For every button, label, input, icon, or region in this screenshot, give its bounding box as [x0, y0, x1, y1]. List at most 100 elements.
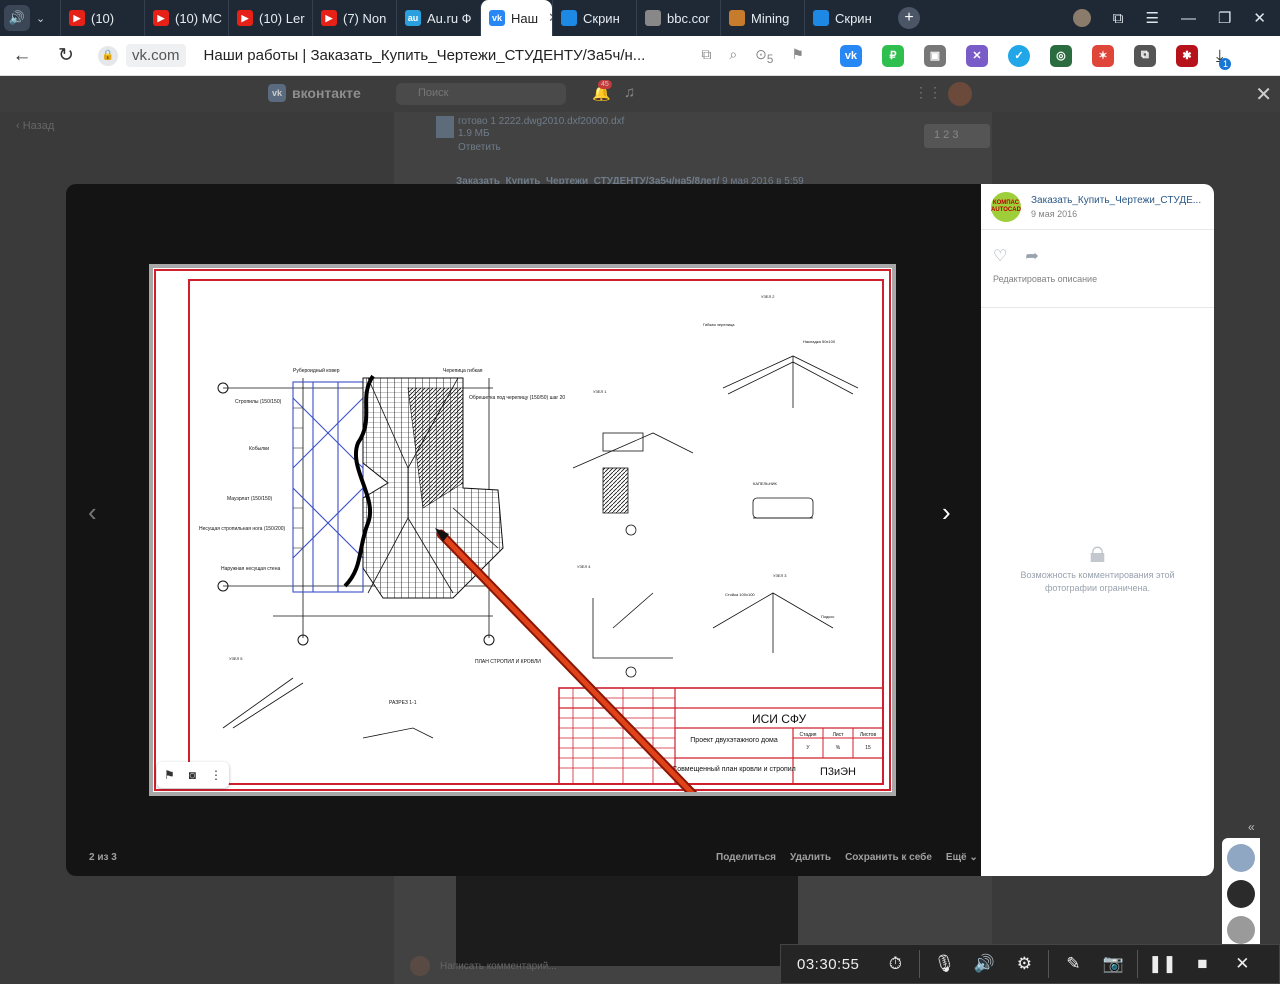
minimize-icon[interactable]: —: [1181, 10, 1196, 27]
puzzle-extension-icon[interactable]: ⧉: [1133, 44, 1156, 67]
browser-tab[interactable]: ▶ (10) Ler: [228, 0, 312, 36]
apps-grid-icon[interactable]: ⋮⋮: [914, 84, 942, 101]
browser-tab[interactable]: ▶ (10): [60, 0, 144, 36]
reply-link[interactable]: Ответить: [458, 142, 624, 154]
back-arrow-icon[interactable]: ←: [0, 45, 44, 67]
translate-icon[interactable]: ⧉: [701, 46, 711, 66]
mining-icon: [729, 10, 745, 26]
author-name[interactable]: Заказать_Купить_Чертежи_СТУДЕ...: [1031, 195, 1201, 206]
svg-text:Накладка 50х100: Накладка 50х100: [803, 339, 836, 344]
tabs-counter-icon[interactable]: ⊙5: [755, 46, 773, 66]
more-link[interactable]: Ещё ⌄: [946, 852, 978, 863]
timer-icon[interactable]: ⏱: [875, 954, 915, 974]
vk-search-input[interactable]: Поиск: [396, 83, 566, 105]
annotation-2: Обрешетка под черепицу (150/50) шаг 20: [469, 395, 565, 401]
chevron-down-icon[interactable]: ⌄: [36, 12, 45, 25]
photo-counter: 2 из 3: [89, 852, 117, 863]
speaker-on-icon[interactable]: 🔊: [964, 954, 1004, 974]
rafter-ticks: [293, 407, 303, 549]
browser-tab-label: (10) MC: [175, 10, 222, 26]
menu-icon[interactable]: ☰: [1146, 9, 1159, 27]
check-extension-icon[interactable]: ✓: [1007, 44, 1030, 67]
address-actions: ⧉ ⌕ ⊙5 ⚑: [701, 46, 804, 66]
comment-avatar: [410, 956, 430, 976]
browser-tab-label: Скрин: [583, 10, 620, 26]
detail-nodes: [222, 355, 859, 739]
pause-icon[interactable]: ❚❚: [1142, 954, 1182, 974]
browser-tab[interactable]: Скрин: [804, 0, 888, 36]
browser-tab[interactable]: ▶ (10) MC: [144, 0, 228, 36]
share-icon[interactable]: ➦: [1025, 246, 1038, 266]
reload-icon[interactable]: ↻: [44, 44, 88, 67]
url-field[interactable]: 🔒 vk.com Наши работы | Заказать_Купить_Ч…: [88, 42, 655, 70]
roof-plan-drawing: Рубероидный ковер Черепица гибкая Обреше…: [153, 268, 892, 792]
vk-icon: vk: [489, 10, 505, 26]
bookmark-photo-icon[interactable]: ⚑: [164, 768, 175, 782]
save-link[interactable]: Сохранить к себе: [845, 852, 932, 863]
delete-link[interactable]: Удалить: [790, 852, 831, 863]
browser-tab-strip: 🔊 ⌄ ▶ (10) ▶ (10) MC ▶ (10) Ler ▶ (7) Non au Au.r…: [0, 0, 1280, 36]
camera-search-icon[interactable]: ◙: [189, 768, 196, 782]
chat-avatars: [1222, 838, 1260, 958]
camera-icon[interactable]: 📷: [1093, 954, 1133, 974]
vk-pager[interactable]: 1 2 3: [924, 124, 990, 148]
edit-description-link[interactable]: Редактировать описание: [981, 274, 1214, 308]
settings-gear-icon[interactable]: ⚙: [1004, 954, 1044, 974]
tab-search-icon[interactable]: ⧉: [1113, 10, 1124, 27]
profile-avatar-icon[interactable]: [1072, 9, 1091, 27]
vk-comment-box[interactable]: Написать комментарий...: [410, 956, 557, 976]
close-viewer-icon[interactable]: ✕: [1255, 82, 1272, 107]
next-photo-icon[interactable]: ›: [942, 497, 951, 528]
browser-tab[interactable]: Mining: [720, 0, 804, 36]
bookmark-icon[interactable]: ⚑: [791, 46, 804, 66]
more-options-icon[interactable]: ⋮: [210, 768, 222, 782]
sidebar-actions: ♡ ➦: [981, 230, 1214, 274]
chat-avatar[interactable]: [1227, 844, 1255, 872]
chat-avatar[interactable]: [1227, 880, 1255, 908]
mic-muted-icon[interactable]: 🎙: [924, 954, 964, 974]
cross-extension-icon[interactable]: ✕: [965, 44, 988, 67]
browser-tab[interactable]: au Au.ru Ф: [396, 0, 480, 36]
restore-icon[interactable]: ❐: [1218, 9, 1231, 27]
vk-back-label: Назад: [22, 120, 55, 132]
new-tab-button[interactable]: +: [898, 7, 920, 29]
chat-avatar[interactable]: [1227, 916, 1255, 944]
browser-tab[interactable]: vkНаш✕: [480, 0, 552, 36]
sidebar-header: КОМПАС AUTOCAD Заказать_Купить_Чертежи_С…: [981, 184, 1214, 230]
pen-icon[interactable]: ✎: [1053, 954, 1093, 974]
stop-icon[interactable]: ■: [1182, 954, 1222, 974]
box-extension-icon[interactable]: ▣: [923, 44, 946, 67]
browser-tab[interactable]: ▶ (7) Non: [312, 0, 396, 36]
user-avatar[interactable]: [948, 82, 972, 106]
drawing-photo[interactable]: Рубероидный ковер Черепица гибкая Обреше…: [149, 264, 896, 796]
prev-photo-icon[interactable]: ‹: [88, 497, 97, 528]
vk-extension-icon[interactable]: vk: [839, 44, 862, 67]
close-recorder-icon[interactable]: ✕: [1222, 954, 1262, 974]
collapse-chevron-icon[interactable]: «: [1248, 820, 1255, 834]
star-extension-icon[interactable]: ✶: [1091, 44, 1114, 67]
browser-tab-label: (7) Non: [343, 10, 387, 26]
vk-back-link[interactable]: ‹ Назад: [16, 120, 54, 132]
share-link[interactable]: Поделиться: [716, 852, 776, 863]
ladybug-extension-icon[interactable]: ✱: [1175, 44, 1198, 67]
stage-header-2: Листов: [860, 732, 877, 738]
heart-icon[interactable]: ♡: [993, 246, 1007, 266]
rafter-framing: [292, 381, 364, 593]
annotation-7: Наружная несущая стена: [221, 566, 280, 572]
vk-logo[interactable]: vk вконтакте: [268, 84, 361, 102]
vk-attached-file[interactable]: готово 1 2222.dwg2010.dxf20000.dxf 1.9 М…: [436, 116, 624, 154]
ruble-extension-icon[interactable]: ₽: [881, 44, 904, 67]
music-icon[interactable]: ♫: [624, 84, 635, 101]
author-avatar[interactable]: КОМПАС AUTOCAD: [991, 191, 1021, 222]
title-project: Проект двухэтажного дома: [690, 737, 778, 744]
svg-text:КАПЕЛЬНИК: КАПЕЛЬНИК: [753, 481, 778, 486]
stage-header-1: Лист: [833, 732, 845, 738]
browser-tab[interactable]: Скрин: [552, 0, 636, 36]
download-icon[interactable]: ⤓ 1: [1216, 46, 1232, 70]
lock-icon[interactable]: 🔒: [98, 45, 118, 66]
browser-tab[interactable]: bbc.cor: [636, 0, 720, 36]
speaker-icon[interactable]: 🔊: [4, 5, 30, 31]
ring-extension-icon[interactable]: ◎: [1049, 44, 1072, 67]
close-window-icon[interactable]: ✕: [1253, 9, 1266, 27]
search-page-icon[interactable]: ⌕: [729, 46, 737, 66]
